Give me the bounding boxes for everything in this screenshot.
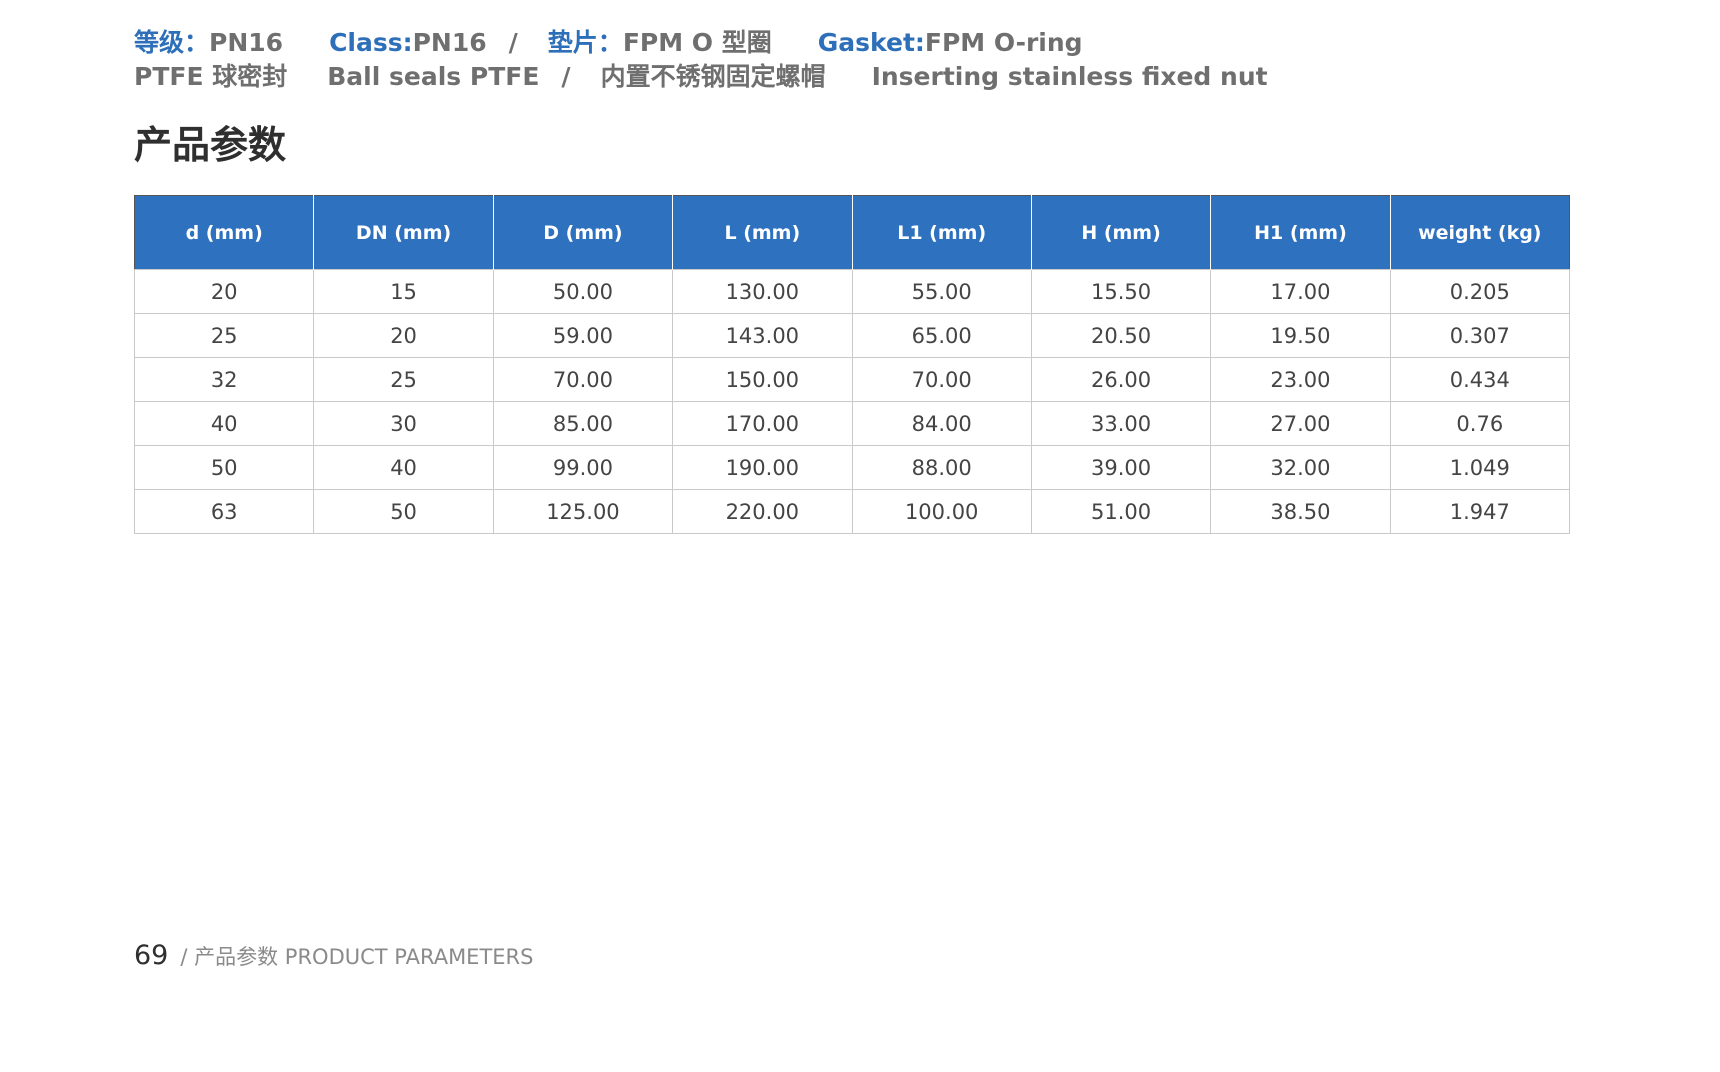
table-cell: 0.205	[1389, 269, 1571, 314]
table-cell: 32.00	[1210, 445, 1391, 490]
table-cell: 26.00	[1030, 357, 1212, 402]
gasket-cn-label: 垫片：	[547, 28, 623, 57]
separator-slash: /	[508, 28, 518, 57]
grade-value: PN16	[209, 28, 284, 57]
table-cell: 30	[313, 401, 494, 446]
table-cell: 150.00	[672, 357, 853, 402]
table-row: 63 50 125.00 220.00 100.00 51.00 38.50 1…	[133, 489, 1571, 534]
nut-cn: 内置不锈钢固定螺帽	[600, 62, 826, 91]
table-cell: 65.00	[851, 313, 1032, 358]
table-cell: 0.434	[1389, 357, 1571, 402]
gasket-en-label: Gasket:	[817, 28, 925, 57]
grade-label: 等级：	[134, 28, 210, 57]
table-row: 25 20 59.00 143.00 65.00 20.50 19.50 0.3…	[133, 313, 1571, 358]
class-label: Class:	[329, 28, 413, 57]
table-cell: 27.00	[1210, 401, 1391, 446]
class-value: PN16	[412, 28, 487, 57]
page-number: 69	[134, 940, 169, 971]
table-cell: 39.00	[1030, 445, 1212, 490]
gasket-cn-value: FPM O 型圈	[622, 28, 772, 57]
table-cell: 33.00	[1030, 401, 1212, 446]
table-cell: 190.00	[672, 445, 853, 490]
section-title: 产品参数	[134, 123, 287, 167]
header-cell-weight: weight (kg)	[1390, 195, 1570, 270]
table-cell: 70.00	[851, 357, 1032, 402]
table-cell: 19.50	[1210, 313, 1391, 358]
spec-line-grade-gasket: 等级：PN16 Class: PN16/垫片：FPM O 型圈 Gasket: FP…	[134, 30, 1083, 55]
table-cell: 20.50	[1030, 313, 1212, 358]
separator-slash: /	[561, 62, 571, 91]
table-cell: 40	[313, 445, 494, 490]
table-cell: 40	[133, 401, 315, 446]
table-cell: 1.947	[1389, 489, 1571, 534]
table-cell: 99.00	[492, 445, 674, 490]
table-cell: 220.00	[672, 489, 853, 534]
table-cell: 20	[313, 313, 494, 358]
table-cell: 23.00	[1210, 357, 1391, 402]
header-cell-l1: L1 (mm)	[852, 195, 1032, 270]
header-cell-d: d (mm)	[134, 195, 315, 270]
table-cell: 20	[133, 269, 315, 314]
table-cell: 51.00	[1030, 489, 1212, 534]
table-cell: 55.00	[851, 269, 1032, 314]
table-cell: 143.00	[672, 313, 853, 358]
table-cell: 50.00	[492, 269, 674, 314]
table-cell: 130.00	[672, 269, 853, 314]
nut-en: Inserting stainless fixed nut	[871, 62, 1268, 91]
spec-line-seal-nut: PTFE 球密封 Ball seals PTFE / 内置不锈钢固定螺帽 Inserti…	[134, 64, 1268, 89]
table-cell: 17.00	[1210, 269, 1391, 314]
table-cell: 70.00	[492, 357, 674, 402]
table-cell: 63	[133, 489, 315, 534]
table-cell: 1.049	[1389, 445, 1571, 490]
table-cell: 0.307	[1389, 313, 1571, 358]
product-parameters-table: d (mm) DN (mm) D (mm) L (mm) L1 (mm) H (…	[133, 195, 1571, 534]
table-row: 50 40 99.00 190.00 88.00 39.00 32.00 1.0…	[133, 445, 1571, 490]
table-cell: 170.00	[672, 401, 853, 446]
header-cell-outer-d: D (mm)	[493, 195, 674, 270]
page-footer: 69 / 产品参数 PRODUCT PARAMETERS	[134, 942, 533, 969]
header-cell-dn: DN (mm)	[313, 195, 494, 270]
table-row: 20 15 50.00 130.00 55.00 15.50 17.00 0.2…	[133, 269, 1571, 314]
header-cell-h1: H1 (mm)	[1210, 195, 1391, 270]
footer-section-label: / 产品参数 PRODUCT PARAMETERS	[180, 945, 534, 969]
table-row: 40 30 85.00 170.00 84.00 33.00 27.00 0.7…	[133, 401, 1571, 446]
table-cell: 25	[133, 313, 315, 358]
table-cell: 50	[133, 445, 315, 490]
table-cell: 38.50	[1210, 489, 1391, 534]
table-cell: 85.00	[492, 401, 674, 446]
seal-cn: PTFE 球密封	[134, 62, 288, 91]
table-cell: 15.50	[1030, 269, 1212, 314]
header-cell-l: L (mm)	[672, 195, 853, 270]
table-cell: 100.00	[851, 489, 1032, 534]
table-row: 32 25 70.00 150.00 70.00 26.00 23.00 0.4…	[133, 357, 1571, 402]
header-cell-h: H (mm)	[1031, 195, 1212, 270]
gasket-en-value: FPM O-ring	[924, 28, 1083, 57]
table-cell: 25	[313, 357, 494, 402]
table-header-row: d (mm) DN (mm) D (mm) L (mm) L1 (mm) H (…	[134, 195, 1570, 270]
table-cell: 15	[313, 269, 494, 314]
table-cell: 88.00	[851, 445, 1032, 490]
table-cell: 59.00	[492, 313, 674, 358]
table-body: 20 15 50.00 130.00 55.00 15.50 17.00 0.2…	[133, 269, 1571, 534]
table-cell: 50	[313, 489, 494, 534]
table-cell: 125.00	[492, 489, 674, 534]
table-cell: 0.76	[1389, 401, 1571, 446]
seal-en: Ball seals PTFE	[327, 62, 540, 91]
table-header: d (mm) DN (mm) D (mm) L (mm) L1 (mm) H (…	[134, 195, 1570, 270]
table-cell: 32	[133, 357, 315, 402]
table-cell: 84.00	[851, 401, 1032, 446]
